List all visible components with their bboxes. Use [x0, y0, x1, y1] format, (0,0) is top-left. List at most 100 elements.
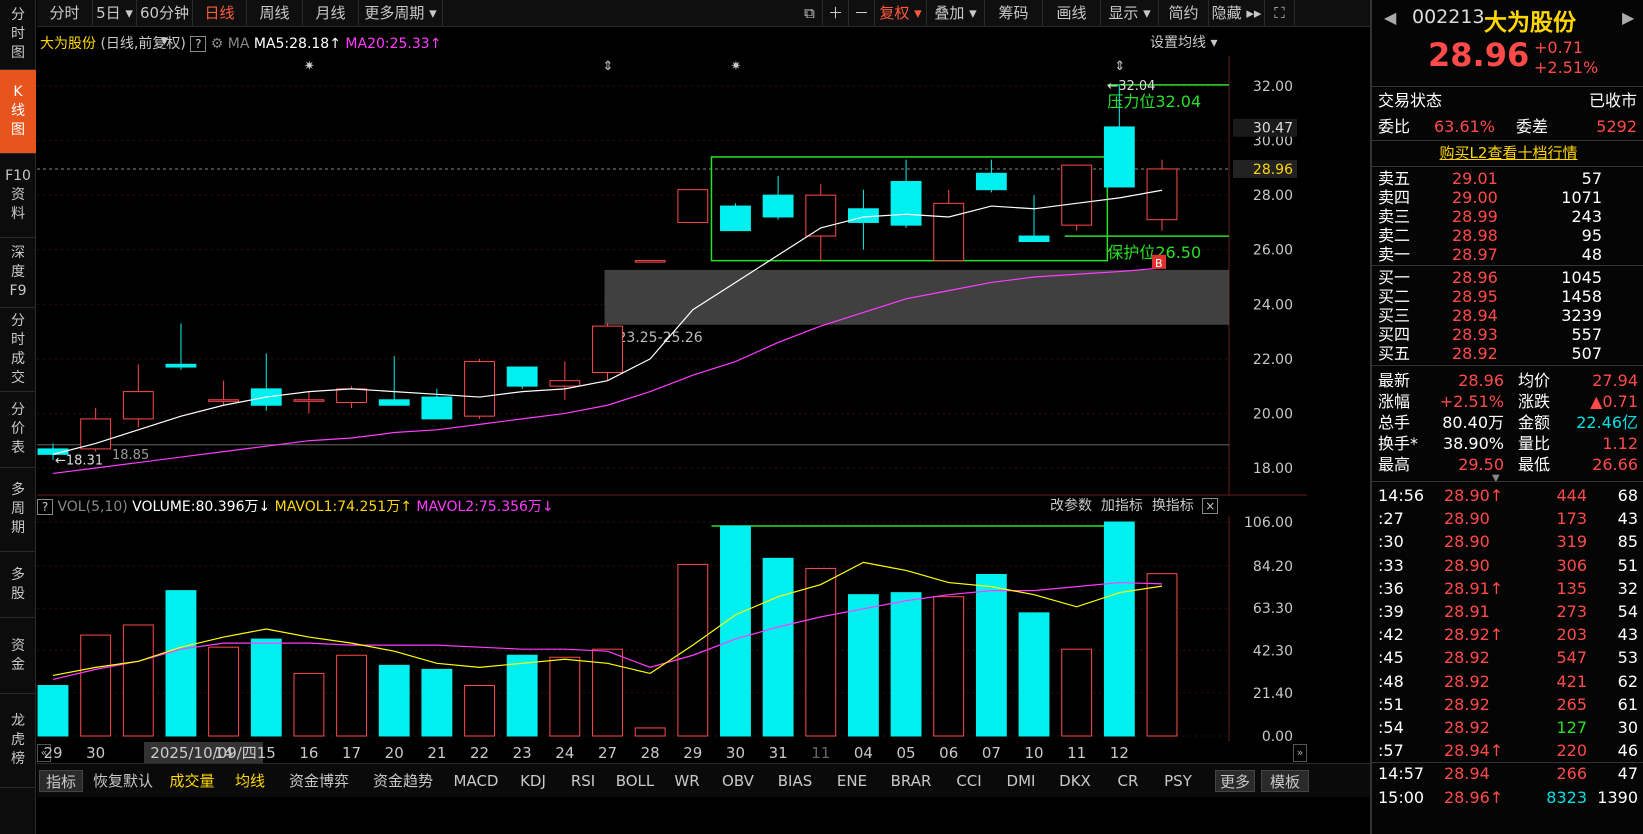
indicator-tab-10[interactable]: WR [665, 770, 709, 792]
indicator-tab-3[interactable]: 均线 [225, 770, 275, 792]
close-icon[interactable]: × [1202, 498, 1219, 514]
stat-label: 最高 [1378, 455, 1411, 474]
indicator-tab-14[interactable]: BRAR [881, 770, 941, 792]
toolbar-button-5[interactable]: 简约 [1159, 0, 1209, 27]
indicator-tab-0[interactable]: 指标 [39, 770, 83, 792]
sidebar-item-3[interactable]: 深度 F9 [0, 238, 36, 308]
l2-link[interactable]: 购买L2查看十档行情 [1372, 142, 1643, 164]
date-label-18: 11 [811, 744, 831, 762]
change-params-button[interactable]: 改参数 [1050, 498, 1092, 514]
scroll-right-icon[interactable]: » [1293, 744, 1307, 762]
prev-stock-icon[interactable]: ◀ [1384, 8, 1396, 27]
stat-value: 27.94 [1592, 371, 1638, 390]
sell-price: 28.97 [1452, 245, 1498, 264]
sidebar-item-8[interactable]: 资金 [0, 618, 36, 694]
ma-settings-button[interactable]: 设置均线 ▾ [1150, 32, 1217, 54]
sidebar-item-9[interactable]: 龙虎榜 [0, 694, 36, 788]
indicator-tab-11[interactable]: OBV [713, 770, 763, 792]
period-tab-0[interactable]: 分时 [37, 0, 93, 27]
toolbar-button-1[interactable]: 叠加 ▾ [927, 0, 985, 27]
tick-count: 46 [1617, 741, 1638, 761]
stock-code: 002213 [1412, 6, 1485, 28]
sidebar-item-0[interactable]: 分时图 [0, 0, 36, 70]
indicator-tab-15[interactable]: CCI [945, 770, 993, 792]
candle-body-24 [1061, 164, 1093, 226]
period-tab-2[interactable]: 60分钟 ▾ [137, 0, 193, 49]
stock-name: 大为股份 [40, 36, 96, 52]
toolbar-button-6[interactable]: 隐藏 ▸▸ [1209, 0, 1265, 27]
gear-icon[interactable]: ⚙ [211, 36, 224, 52]
period-tab-6[interactable]: 更多周期 ▾ [359, 0, 443, 27]
period-tab-1[interactable]: 5日 ▾ [93, 0, 137, 27]
tick-count: 47 [1617, 764, 1638, 784]
indicator-tab-2[interactable]: 成交量 [163, 770, 221, 792]
date-label-7: 17 [342, 744, 362, 762]
indicator-tabs: 指标 恢复默认 成交量 均线 资金博弈 资金趋势 MACD KDJ RSI BOLL WR OBV BI… [37, 763, 1370, 797]
sidebar-item-6[interactable]: 多周期 [0, 468, 36, 552]
indicator-tab-7[interactable]: KDJ [509, 770, 557, 792]
indicator-tab-21[interactable]: 模板 [1261, 770, 1309, 792]
sidebar-item-7[interactable]: 多股 [0, 552, 36, 618]
price-tick-4: 24.00 [1253, 297, 1293, 313]
fullscreen-icon[interactable]: ⛶ [1265, 0, 1295, 27]
expand-icon[interactable]: ▼ [1492, 473, 1500, 484]
ma5-value: MA5:28.18 [253, 36, 330, 52]
indicator-tab-4[interactable]: 资金博弈 [279, 770, 359, 792]
tick-row-4: :36 28.91↑ 135 32 [1372, 578, 1643, 600]
add-indicator-button[interactable]: 加指标 [1101, 498, 1143, 514]
toolbar-button-4[interactable]: 显示 ▾ [1101, 0, 1159, 27]
period-tab-5[interactable]: 月线 [303, 0, 359, 27]
toolbar-button-0[interactable]: 复权 ▾ [875, 0, 927, 27]
toolbar-button-3[interactable]: 画线 [1043, 0, 1101, 27]
sidebar-item-5[interactable]: 分价表 [0, 392, 36, 468]
switch-indicator-button[interactable]: 换指标 [1152, 498, 1194, 514]
indicator-tab-6[interactable]: MACD [447, 770, 505, 792]
indicator-tab-17[interactable]: DKX [1049, 770, 1101, 792]
sidebar-char: 期 [11, 520, 25, 536]
zoom-out-icon[interactable]: － [849, 0, 875, 27]
indicator-tab-8[interactable]: RSI [561, 770, 605, 792]
date-highlight: 2025/10/09/四 [144, 742, 263, 764]
tick-row-1: :27 28.90 173 43 [1372, 508, 1643, 530]
tick-row-2: :30 28.90 319 85 [1372, 531, 1643, 553]
indicator-tab-9[interactable]: BOLL [609, 770, 661, 792]
indicator-tab-1[interactable]: 恢复默认 [87, 770, 159, 792]
indicator-tab-18[interactable]: CR [1105, 770, 1151, 792]
vol-bar-22 [975, 573, 1007, 737]
tick-price: 28.92 [1444, 648, 1490, 668]
tick-count: 54 [1617, 602, 1638, 621]
tick-price: 28.91 [1444, 602, 1490, 621]
period-tab-4[interactable]: 周线 [247, 0, 303, 27]
help-icon[interactable]: ? [190, 36, 207, 52]
help-icon[interactable]: ? [37, 499, 53, 515]
toolbar-button-2[interactable]: 筹码 [985, 0, 1043, 27]
vol-bar-8 [378, 664, 410, 737]
layout-icon[interactable]: ⧉ [797, 0, 823, 27]
date-label-8: 20 [384, 744, 404, 762]
next-stock-icon[interactable]: ▶ [1622, 8, 1634, 27]
tick-time: :48 [1378, 671, 1404, 691]
sidebar-item-2[interactable]: F10 资料 [0, 154, 36, 238]
sell-row-4: 卖一 28.97 48 [1372, 244, 1643, 266]
chart-header: 大为股份 (日线,前复权) ? ⚙ MA MA5:28.18↑ MA20:25.… [40, 36, 442, 52]
vol-bar-20 [890, 592, 922, 737]
period-tab-3[interactable]: 日线 [193, 0, 247, 27]
indicator-tab-13[interactable]: ENE [827, 770, 877, 792]
indicator-tab-20[interactable]: 更多 [1215, 770, 1255, 792]
tick-count: 32 [1617, 578, 1638, 598]
indicator-tab-5[interactable]: 资金趋势 [363, 770, 443, 792]
indicator-tab-19[interactable]: PSY [1155, 770, 1201, 792]
tick-price: 28.90↑ [1444, 486, 1504, 505]
zoom-in-icon[interactable]: ＋ [823, 0, 849, 27]
stat-label: 均价 [1518, 371, 1551, 390]
tick-row-10: :54 28.92 127 30 [1372, 717, 1643, 739]
vol-bar-6 [293, 672, 325, 737]
sidebar-item-4[interactable]: 分时成交 [0, 308, 36, 392]
indicator-tab-12[interactable]: BIAS [767, 770, 823, 792]
vol-bar-7 [336, 654, 368, 737]
sidebar-char: 分 [11, 7, 25, 23]
date-label-0: 29 [43, 744, 63, 762]
sidebar-item-1[interactable]: K线图 [0, 70, 36, 154]
sell-label: 卖一 [1378, 245, 1411, 264]
indicator-tab-16[interactable]: DMI [997, 770, 1045, 792]
